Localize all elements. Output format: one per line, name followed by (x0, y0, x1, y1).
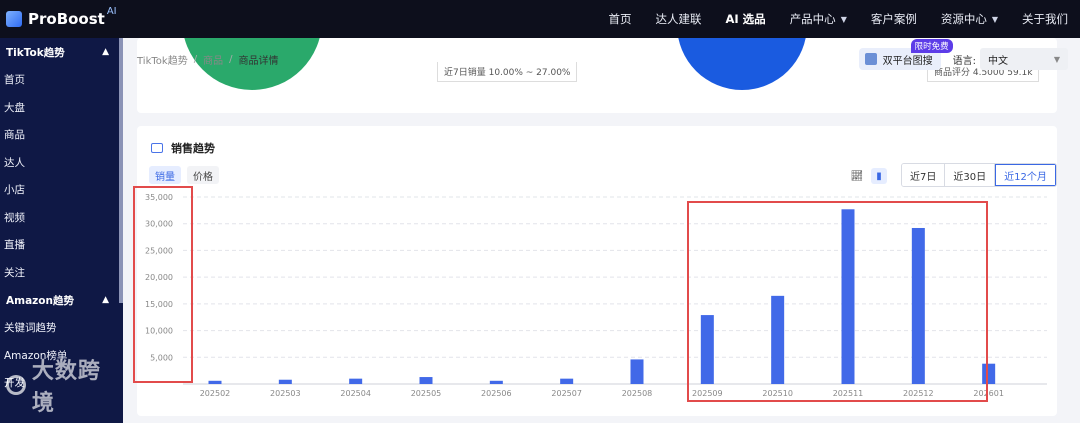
x-tick-label: 202505 (411, 389, 442, 398)
breadcrumb-current: 商品详情 (238, 56, 279, 67)
sidebar-items-tiktok: 首页 大盘 商品 达人 小店 视频 直播 关注 (0, 66, 123, 286)
sidebar-item-items1-7[interactable]: 关注 (0, 259, 123, 287)
range-7d[interactable]: 近7日 (902, 164, 946, 186)
metric-tabs: 销量 价格 (149, 166, 225, 184)
sidebar-item-items1-2[interactable]: 商品 (0, 121, 123, 149)
bar-202507[interactable] (560, 378, 574, 384)
chevron-down-icon: ▼ (1053, 54, 1060, 64)
sidebar-group-label: TikTok趋势 (6, 46, 65, 59)
nav-link-label: 首页 (608, 12, 632, 26)
x-tick-label: 202504 (340, 389, 371, 398)
bar-202506[interactable] (489, 380, 503, 384)
x-tick-label: 202503 (270, 389, 301, 398)
nav-link-label: 产品中心 (789, 12, 836, 26)
sidebar-item-items1-0[interactable]: 首页 (0, 66, 123, 94)
overview-stat-a: 近7日销量 10.00% ~ 27.00% (437, 62, 578, 82)
highlight-box-yaxis (133, 186, 193, 383)
nav-link-label: 资源中心 (940, 12, 987, 26)
nav-link-label: 达人建联 (655, 12, 702, 26)
line-chart-icon[interactable]: 📈︎ (849, 168, 865, 184)
tab-price[interactable]: 价格 (187, 166, 219, 184)
sidebar-group-amazon[interactable]: Amazon趋势 ▲ (0, 286, 123, 314)
highlight-box-peak-bars (687, 201, 988, 402)
bar-202502[interactable] (208, 380, 222, 384)
chevron-down-icon: ▼ (991, 14, 998, 24)
nav-link-1[interactable]: 达人建联 (656, 11, 702, 27)
monitor-icon (151, 143, 163, 153)
chevron-down-icon: ▼ (840, 14, 847, 24)
bar-202504[interactable] (349, 378, 363, 384)
chevron-up-icon: ▲ (102, 47, 109, 57)
sidebar-item-items1-6[interactable]: 直播 (0, 231, 123, 259)
brand-name: ProBoost (28, 10, 105, 28)
nav-link-3[interactable]: 产品中心 ▼ (790, 11, 847, 27)
nav-link-0[interactable]: 首页 (609, 11, 632, 27)
dual-platform-search-button[interactable]: 双平台图搜 限时免费 (858, 39, 953, 70)
nav-link-label: AI 选品 (725, 12, 766, 26)
brand-suffix: AI (106, 5, 117, 17)
dual-search-label: 双平台图搜 (882, 55, 933, 67)
chart-type-toggle: 📈︎ ▮ (849, 168, 893, 184)
x-tick-label: 202506 (481, 389, 512, 398)
bar-202503[interactable] (278, 379, 292, 384)
bar-chart-icon[interactable]: ▮ (871, 168, 887, 184)
watermark-text: 大数跨境 (31, 359, 101, 416)
x-tick-label: 202507 (551, 389, 582, 398)
bar-202508[interactable] (630, 359, 644, 384)
language-value: 中文 (988, 55, 1008, 67)
range-12m[interactable]: 近12个月 (995, 164, 1056, 186)
x-tick-label: 202508 (622, 389, 653, 398)
breadcrumb: TikTok趋势 / 商品 / 商品详情 (137, 52, 279, 67)
nav-link-label: 关于我们 (1022, 12, 1068, 26)
range-30d[interactable]: 近30日 (945, 164, 996, 186)
sidebar-item-items1-5[interactable]: 视频 (0, 204, 123, 232)
bar-202505[interactable] (419, 377, 433, 384)
free-badge: 限时免费 (910, 39, 953, 53)
brand-logo[interactable]: ProBoost AI (6, 6, 206, 28)
nav-links: 首页 达人建联 AI 选品 产品中心 ▼ 客户案例 资源中心 ▼ 关于我们 (585, 0, 1069, 38)
sales-trend-label: 销售趋势 (171, 142, 215, 155)
brand-mark-icon (6, 11, 22, 27)
sidebar: TikTok趋势 ▲ 首页 大盘 商品 达人 小店 视频 直播 关注 Amazon趋势 ▲ 关… (0, 38, 123, 423)
x-tick-label: 202502 (200, 389, 231, 398)
tab-volume[interactable]: 销量 (149, 166, 181, 184)
sidebar-item-items1-4[interactable]: 小店 (0, 176, 123, 204)
top-navbar: ProBoost AI 首页 达人建联 AI 选品 产品中心 ▼ 客户案例 资源中心 ▼ 关于我… (0, 0, 1080, 38)
nav-link-5[interactable]: 资源中心 ▼ (941, 11, 998, 27)
language-select[interactable]: 中文 ▼ (980, 48, 1068, 70)
watermark-logo-icon (6, 375, 26, 395)
watermark: 大数跨境 (6, 353, 123, 417)
chevron-up-icon: ▲ (102, 295, 109, 305)
nav-link-2[interactable]: AI 选品 (726, 11, 766, 27)
language-label: 语言: (952, 55, 976, 67)
sidebar-item-items1-1[interactable]: 大盘 (0, 94, 123, 122)
breadcrumb-tiktok[interactable]: TikTok趋势 (137, 52, 188, 67)
nav-link-6[interactable]: 关于我们 (1022, 11, 1068, 27)
nav-link-label: 客户案例 (870, 12, 917, 26)
range-selector: 近7日 近30日 近12个月 (901, 163, 1057, 187)
blue-donut-chart (677, 38, 807, 90)
sidebar-item-items1-3[interactable]: 达人 (0, 149, 123, 177)
sidebar-group-tiktok[interactable]: TikTok趋势 ▲ (0, 38, 123, 66)
nav-link-4[interactable]: 客户案例 (871, 11, 917, 27)
sales-trend-title: 销售趋势 (151, 140, 215, 156)
sidebar-item-items2-0[interactable]: 关键词趋势 (0, 314, 123, 342)
breadcrumb-products[interactable]: 商品 (203, 52, 223, 67)
sidebar-group-label: Amazon趋势 (6, 294, 74, 307)
image-search-icon (864, 53, 877, 65)
top-toolbar: 双平台图搜 限时免费 语言: 中文 ▼ (858, 39, 1068, 70)
